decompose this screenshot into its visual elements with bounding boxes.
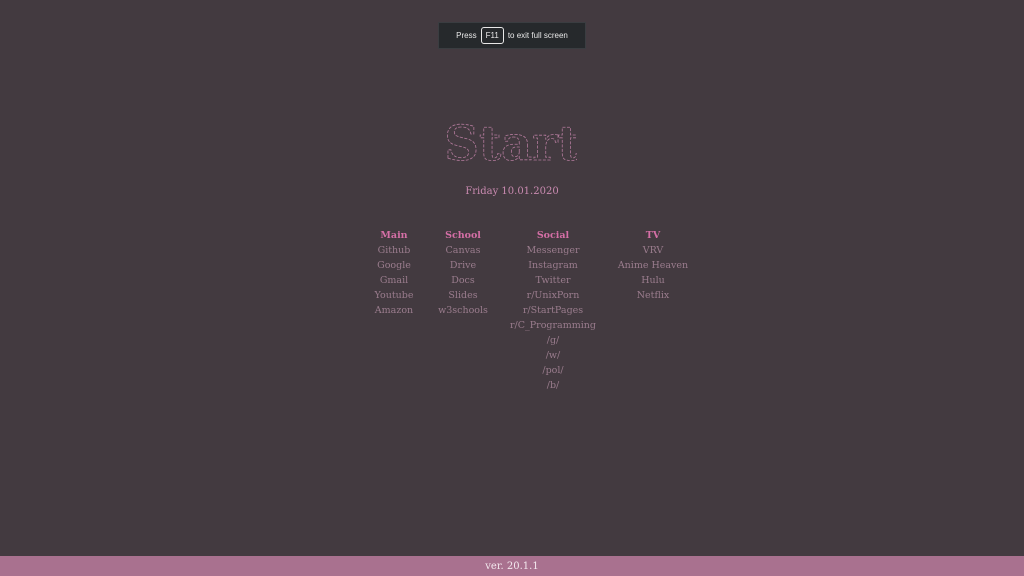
link-list-social: Messenger Instagram Twitter r/UnixPorn r/Sta… — [510, 243, 596, 393]
column-heading-school: School — [445, 230, 481, 241]
link-canvas[interactable]: Canvas — [438, 243, 488, 258]
link-b[interactable]: /b/ — [510, 378, 596, 393]
link-amazon[interactable]: Amazon — [375, 303, 414, 318]
ascii-logo: Start — [0, 120, 1024, 168]
link-list-main: Github Google Gmail Youtube Amazon — [375, 243, 414, 318]
link-list-tv: VRV Anime Heaven Hulu Netflix — [618, 243, 688, 303]
link-instagram[interactable]: Instagram — [510, 258, 596, 273]
fullscreen-toast: Press F11 to exit full screen — [438, 22, 586, 49]
link-hulu[interactable]: Hulu — [618, 273, 688, 288]
link-netflix[interactable]: Netflix — [618, 288, 688, 303]
link-anime-heaven[interactable]: Anime Heaven — [618, 258, 688, 273]
link-columns: Main Github Google Gmail Youtube Amazon Scho… — [0, 228, 1024, 398]
link-google[interactable]: Google — [375, 258, 414, 273]
link-docs[interactable]: Docs — [438, 273, 488, 288]
link-vrv[interactable]: VRV — [618, 243, 688, 258]
link-messenger[interactable]: Messenger — [510, 243, 596, 258]
link-pol[interactable]: /pol/ — [510, 363, 596, 378]
link-slides[interactable]: Slides — [438, 288, 488, 303]
link-list-school: Canvas Drive Docs Slides w3schools — [438, 243, 488, 318]
column-tv: TV VRV Anime Heaven Hulu Netflix — [618, 228, 688, 303]
link-drive[interactable]: Drive — [438, 258, 488, 273]
column-heading-tv: TV — [645, 230, 661, 241]
logo-text: Start — [447, 120, 577, 168]
toast-message-text: to exit full screen — [507, 31, 568, 40]
toast-press-text: Press — [456, 31, 477, 40]
version-label: ver. 20.1.1 — [485, 560, 539, 572]
column-main: Main Github Google Gmail Youtube Amazon — [375, 228, 414, 318]
link-w[interactable]: /w/ — [510, 348, 596, 363]
column-heading-main: Main — [380, 230, 408, 241]
link-twitter[interactable]: Twitter — [510, 273, 596, 288]
link-g[interactable]: /g/ — [510, 333, 596, 348]
link-r-c-programming[interactable]: r/C_Programming — [510, 318, 596, 333]
link-r-unixporn[interactable]: r/UnixPorn — [510, 288, 596, 303]
link-r-startpages[interactable]: r/StartPages — [510, 303, 596, 318]
link-github[interactable]: Github — [375, 243, 414, 258]
link-youtube[interactable]: Youtube — [375, 288, 414, 303]
column-social: Social Messenger Instagram Twitter r/UnixPo… — [510, 228, 596, 393]
link-gmail[interactable]: Gmail — [375, 273, 414, 288]
column-heading-social: Social — [536, 230, 570, 241]
logo-art: Start — [447, 120, 577, 168]
date-display: Friday 10.01.2020 — [465, 186, 559, 197]
column-school: School Canvas Drive Docs Slides w3schools — [438, 228, 488, 318]
start-page: Press F11 to exit full screen Start Frid… — [0, 0, 1024, 576]
link-w3schools[interactable]: w3schools — [438, 303, 488, 318]
footer-bar: ver. 20.1.1 — [0, 556, 1024, 576]
f11-key-badge: F11 — [480, 27, 504, 44]
